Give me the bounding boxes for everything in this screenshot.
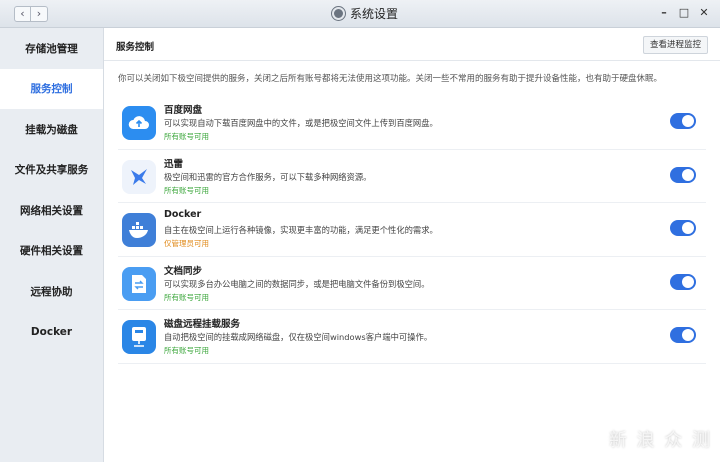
toggle-knob (682, 168, 694, 181)
service-toggle[interactable] (670, 113, 696, 129)
service-name: 文档同步 (164, 265, 203, 277)
service-toggle[interactable] (670, 220, 696, 236)
service-description: 极空间和迅雷的官方合作服务，可以下载多种网络资源。 (164, 171, 372, 182)
view-process-monitor-button[interactable]: 查看进程监控 (642, 36, 708, 54)
toggle-knob (682, 275, 694, 288)
service-row-docker: Docker 自主在极空间上运行各种镜像，实现更丰富的功能，满足更个性化的需求。… (118, 203, 706, 257)
main-panel: 服务控制 查看进程监控 你可以关闭如下极空间提供的服务，关闭之后所有账号都将无法… (104, 28, 720, 462)
service-toggle[interactable] (670, 327, 696, 343)
service-name: 磁盘远程挂载服务 (164, 319, 241, 330)
nav-buttons: ‹ › (14, 6, 48, 22)
close-button[interactable]: ✕ (698, 5, 710, 21)
service-description: 自主在极空间上运行各种镜像，实现更丰富的功能，满足更个性化的需求。 (164, 225, 438, 235)
window-title: 系统设置 (350, 7, 399, 21)
service-availability: 所有账号可用 (164, 132, 209, 141)
doc-sync-icon (122, 266, 156, 301)
sidebar-item-mount-disk[interactable]: 挂载为磁盘 (0, 109, 103, 150)
main-header: 服务控制 查看进程监控 (104, 28, 720, 61)
service-description: 自动把极空间的挂载成网络磁盘，仅在极空间windows客户端中可操作。 (164, 332, 433, 342)
service-description: 可以实现多台办公电脑之间的数据同步，或是把电脑文件备份到极空间。 (164, 278, 430, 289)
service-row-xunlei: 迅雷 极空间和迅雷的官方合作服务，可以下载多种网络资源。 所有账号可用 (118, 150, 706, 203)
back-button[interactable]: ‹ (14, 6, 31, 22)
sidebar: 存储池管理 服务控制 挂载为磁盘 文件及共享服务 网络相关设置 硬件相关设置 远… (0, 28, 104, 462)
disk-mount-icon (122, 320, 156, 354)
service-toggle[interactable] (670, 166, 696, 183)
sidebar-item-remote-assist[interactable]: 远程协助 (0, 271, 103, 312)
forward-button[interactable]: › (31, 6, 48, 22)
service-row-doc-sync: 文档同步 可以实现多台办公电脑之间的数据同步，或是把电脑文件备份到极空间。 所有… (118, 257, 706, 310)
baidu-cloud-icon (122, 106, 156, 140)
service-description: 可以实现自动下载百度网盘中的文件，或是把极空间文件上传到百度网盘。 (164, 118, 438, 128)
service-availability: 所有账号可用 (164, 292, 209, 302)
sidebar-item-docker[interactable]: Docker (0, 312, 103, 353)
maximize-button[interactable]: □ (678, 5, 690, 21)
xunlei-bird-icon (122, 159, 156, 194)
service-availability: 仅管理员可用 (164, 239, 209, 248)
sidebar-item-network[interactable]: 网络相关设置 (0, 190, 103, 231)
page-title: 服务控制 (116, 42, 155, 53)
toggle-knob (682, 222, 694, 234)
sidebar-item-hardware[interactable]: 硬件相关设置 (0, 231, 103, 272)
toggle-knob (682, 115, 694, 127)
sidebar-item-service-control[interactable]: 服务控制 (0, 68, 103, 109)
service-row-disk-mount: 磁盘远程挂载服务 自动把极空间的挂载成网络磁盘，仅在极空间windows客户端中… (118, 310, 706, 364)
watermark: 新 浪 众 测 (608, 430, 712, 451)
docker-whale-icon (122, 213, 156, 247)
window-controls: – □ ✕ (658, 5, 710, 21)
service-list: 百度网盘 可以实现自动下载百度网盘中的文件，或是把极空间文件上传到百度网盘。 所… (118, 96, 706, 364)
toggle-knob (682, 329, 694, 341)
service-availability: 所有账号可用 (164, 346, 209, 355)
service-name: Docker (164, 209, 202, 220)
page-description: 你可以关闭如下极空间提供的服务，关闭之后所有账号都将无法使用这项功能。关闭一些不… (118, 74, 663, 84)
window-title-group: 系统设置 (332, 5, 398, 22)
title-bar: ‹ › 系统设置 – □ ✕ (0, 0, 720, 28)
minimize-button[interactable]: – (658, 5, 670, 21)
service-name: 百度网盘 (164, 105, 203, 116)
sidebar-item-storage-pool[interactable]: 存储池管理 (0, 28, 103, 69)
service-availability: 所有账号可用 (164, 185, 209, 195)
settings-gear-icon (332, 7, 345, 20)
service-name: 迅雷 (164, 158, 184, 170)
service-row-baidu: 百度网盘 可以实现自动下载百度网盘中的文件，或是把极空间文件上传到百度网盘。 所… (118, 96, 706, 150)
sidebar-item-file-sharing[interactable]: 文件及共享服务 (0, 150, 103, 191)
service-toggle[interactable] (670, 273, 696, 290)
